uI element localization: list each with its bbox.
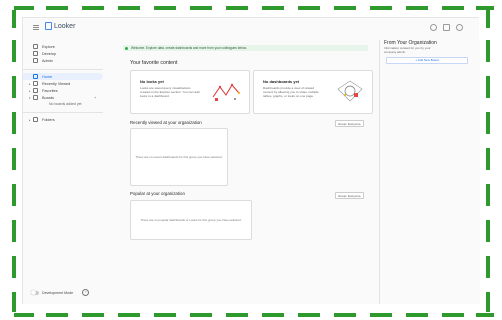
settings-icon <box>33 58 38 63</box>
sidebar-item-label: Recently Viewed <box>42 81 71 86</box>
no-looks-title: No looks yet <box>140 79 164 84</box>
development-mode-toggle[interactable] <box>31 290 39 295</box>
marketplace-icon[interactable] <box>443 24 450 31</box>
top-right-icons <box>430 24 463 31</box>
sidebar-item-label: Folders <box>42 117 55 122</box>
recently-viewed-empty-text: There are no recent dashboards for this … <box>135 155 223 159</box>
popular-empty-text: There are no popular dashboards or Looks… <box>140 218 242 222</box>
sidebar-item-admin[interactable]: Admin <box>23 57 115 64</box>
no-looks-card: No looks yet Looks are saved query visua… <box>130 70 250 114</box>
no-dashboards-card: No dashboards yet Dashboards provide a v… <box>253 70 373 114</box>
sidebar-item-label: Admin <box>42 58 53 63</box>
chevron-right-icon[interactable]: ▸ <box>29 82 32 86</box>
help-icon[interactable]: ? <box>82 289 90 296</box>
app-name: Looker <box>54 22 76 30</box>
welcome-banner-text: Welcome. Explore data, create dashboards… <box>131 46 247 50</box>
popular-empty-card: There are no popular dashboards or Looks… <box>130 200 252 240</box>
main-content: Welcome. Explore data, create dashboards… <box>123 40 373 304</box>
organization-panel: From Your Organization Information curat… <box>379 40 480 304</box>
no-looks-text: Looks are saved query visualizations cre… <box>140 86 200 98</box>
app-window: Looker Explore Develop Admin Home ▸ Recen… <box>22 17 480 304</box>
folder-icon <box>33 117 38 122</box>
recently-viewed-empty-card: There are no recent dashboards for this … <box>130 128 228 186</box>
sidebar-item-explore[interactable]: Explore <box>23 43 115 50</box>
sidebar-item-develop[interactable]: Develop <box>23 50 115 57</box>
add-board-icon[interactable]: + <box>94 95 96 100</box>
add-new-board-button[interactable]: + Add New Board <box>386 57 468 64</box>
sidebar-item-label: Boards <box>42 95 55 100</box>
sidebar-item-home[interactable]: Home <box>23 73 103 80</box>
recently-viewed-heading: Recently viewed at your organization <box>130 120 202 125</box>
chevron-right-icon[interactable]: ▸ <box>29 89 32 93</box>
favorites-heading: Your favorite content <box>130 60 178 66</box>
looker-logo-icon <box>45 22 52 30</box>
organization-panel-text: Information curated for you by your comp… <box>384 46 431 54</box>
sidebar-item-recently-viewed[interactable]: ▸ Recently Viewed <box>23 80 115 87</box>
looker-logo[interactable]: Looker <box>45 22 75 30</box>
hamburger-menu-icon[interactable] <box>33 25 39 30</box>
sidebar-item-label: Explore <box>42 44 55 49</box>
sidebar-item-favorites[interactable]: ▸ Favorites <box>23 87 115 94</box>
chevron-right-icon[interactable]: ▸ <box>29 118 32 122</box>
sidebar: Explore Develop Admin Home ▸ Recently Vie… <box>23 40 115 304</box>
code-icon <box>33 51 38 56</box>
sidebar-item-folders[interactable]: ▸ Folders <box>23 116 115 123</box>
looks-illustration-icon <box>212 83 240 101</box>
chevron-down-icon[interactable]: ▾ <box>29 96 32 100</box>
sidebar-item-boards[interactable]: ▾ Boards + <box>23 94 115 101</box>
info-icon <box>125 46 128 50</box>
heart-icon <box>33 88 38 93</box>
user-avatar-icon[interactable] <box>456 24 463 31</box>
no-dashboards-title: No dashboards yet <box>263 79 300 84</box>
boards-icon <box>33 95 38 100</box>
home-icon <box>33 74 38 79</box>
clock-icon <box>33 81 38 86</box>
dashboards-illustration-icon <box>337 80 363 102</box>
development-mode-label: Development Mode <box>42 290 74 295</box>
popular-group-filter-dropdown[interactable]: Group: Everyone <box>335 192 364 199</box>
development-mode-toggle-row: Development Mode ? <box>31 289 90 296</box>
top-bar: Looker <box>23 18 479 38</box>
no-dashboards-text: Dashboards provide a view of related con… <box>263 86 319 98</box>
recent-group-filter-dropdown[interactable]: Group: Everyone <box>335 120 364 127</box>
sidebar-item-label: Home <box>42 74 53 79</box>
sidebar-item-label: Favorites <box>42 88 58 93</box>
welcome-banner: Welcome. Explore data, create dashboards… <box>123 45 368 51</box>
popular-heading: Popular at your organization <box>130 191 185 196</box>
search-icon[interactable] <box>430 24 437 31</box>
compass-icon <box>33 44 38 49</box>
sidebar-item-label: Develop <box>42 51 56 56</box>
